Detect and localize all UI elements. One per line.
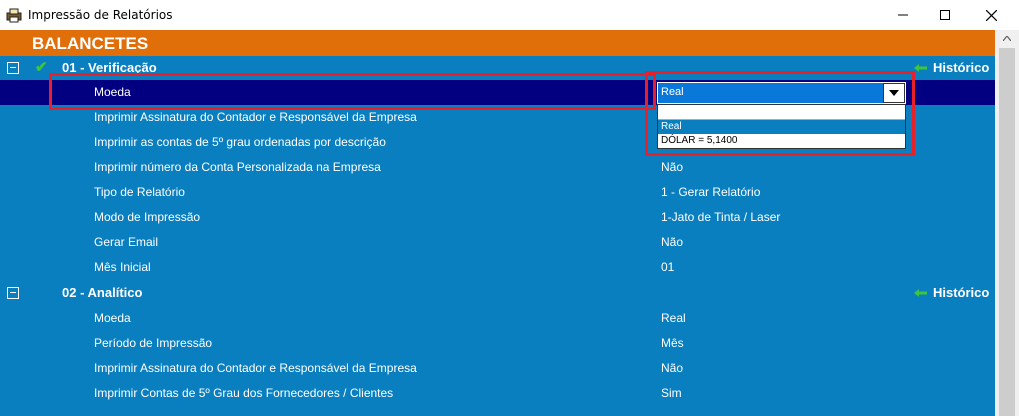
group-label: 01 - Verificação [62,60,157,75]
group-label: 02 - Analítico [62,285,143,300]
close-icon [985,9,997,21]
currency-options-list: Real DÓLAR = 5,1400 [657,104,906,149]
chevron-up-icon [1003,36,1011,41]
minimize-icon [898,14,908,16]
setting-value: Real [661,311,686,325]
collapse-icon[interactable] [7,287,19,299]
group-row-verificacao[interactable]: ✔ 01 - Verificação Histórico [0,56,995,81]
setting-value: 01 [661,260,675,274]
setting-value: 1-Jato de Tinta / Laser [661,210,781,224]
history-label: Histórico [933,285,990,300]
chevron-down-icon [889,90,899,96]
setting-label: Imprimir as contas de 5º grau ordenadas … [94,135,386,149]
list-option-dolar[interactable]: DÓLAR = 5,1400 [658,134,905,148]
history-arrow-icon [914,288,927,297]
setting-row[interactable]: Tipo de Relatório 1 - Gerar Relatório [0,180,995,205]
setting-value: Não [661,235,684,249]
setting-row[interactable]: Moeda Real [0,306,995,331]
setting-label: Imprimir Assinatura do Contador e Respon… [94,361,417,375]
setting-label: Modo de Impressão [94,210,201,224]
window-title: Impressão de Relatórios [28,8,173,22]
title-bar: Impressão de Relatórios [0,0,1019,30]
minimize-button[interactable] [880,0,926,30]
history-label: Histórico [933,60,990,75]
setting-row[interactable]: Imprimir número da Conta Personalizada n… [0,155,995,180]
setting-label: Moeda [94,85,131,99]
maximize-button[interactable] [922,0,968,30]
setting-row[interactable]: Imprimir Assinatura do Contador e Respon… [0,356,995,381]
setting-row[interactable]: Imprimir Contas de 5º Grau dos Fornecedo… [0,381,995,406]
scroll-up-button[interactable] [995,30,1019,47]
setting-label: Gerar Email [94,235,159,249]
section-title: BALANCETES [32,34,149,53]
setting-label: Imprimir Contas de 5º Grau dos Fornecedo… [94,386,394,400]
check-icon: ✔ [35,59,48,76]
setting-label: Imprimir número da Conta Personalizada n… [94,160,381,174]
setting-label: Tipo de Relatório [94,185,185,199]
setting-label: Mês Inicial [94,260,151,274]
app-icon [6,8,22,23]
setting-value: Sim [661,386,682,400]
setting-label: Período de Impressão [94,336,213,350]
report-settings-panel: BALANCETES ✔ 01 - Verificação Histórico … [0,30,995,416]
group-row-analitico[interactable]: 02 - Analítico Histórico [0,281,995,306]
setting-row[interactable]: Gerar Email Não [0,230,995,255]
setting-row[interactable]: Período de Impressão Mês [0,331,995,356]
history-link[interactable]: Histórico [914,285,989,300]
history-link[interactable]: Histórico [914,60,989,75]
history-arrow-icon [914,63,927,72]
setting-value: Não [661,361,684,375]
setting-value: Mês [661,336,684,350]
dropdown-button[interactable] [883,83,905,103]
list-option-real[interactable]: Real [658,120,905,134]
setting-row[interactable]: Mês Inicial 01 [0,255,995,280]
currency-select-value: Real [661,86,684,98]
setting-value: 1 - Gerar Relatório [661,185,761,199]
setting-label: Moeda [94,311,131,325]
close-button[interactable] [968,0,1014,30]
maximize-icon [940,10,950,20]
setting-value: Não [661,160,684,174]
list-option-blank[interactable] [658,105,905,120]
setting-label: Imprimir Assinatura do Contador e Respon… [94,110,417,124]
collapse-icon[interactable] [7,62,19,74]
vertical-scrollbar[interactable] [995,30,1019,416]
section-header: BALANCETES [0,30,995,56]
setting-row[interactable]: Modo de Impressão 1-Jato de Tinta / Lase… [0,205,995,230]
scroll-thumb[interactable] [999,48,1015,416]
currency-select[interactable]: Real [657,82,906,104]
